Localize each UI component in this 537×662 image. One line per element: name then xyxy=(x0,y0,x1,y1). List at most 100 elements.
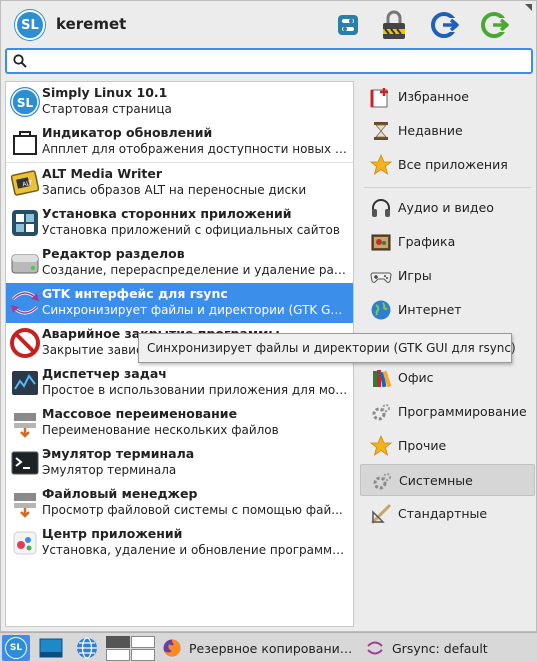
app-title: GTK интерфейс для rsync xyxy=(42,286,228,301)
resize-corner-icon[interactable] xyxy=(525,4,532,11)
start-logo-icon: SL xyxy=(5,637,27,659)
list-item[interactable]: SL Simply Linux 10.1 Стартовая страница xyxy=(6,82,353,122)
category-label: Офис xyxy=(398,370,434,385)
category-office[interactable]: Офис xyxy=(360,362,535,394)
list-item-selected[interactable]: GTK интерфейс для rsync Синхронизирует ф… xyxy=(6,283,353,323)
category-internet[interactable]: Интернет xyxy=(360,294,535,326)
file-manager-icon xyxy=(14,493,36,518)
category-label: Недавние xyxy=(398,123,463,138)
taskbar-window-grsync[interactable]: Grsync: default xyxy=(366,635,534,661)
app-title: Диспетчер задач xyxy=(42,366,167,381)
user-avatar: SL xyxy=(15,10,45,40)
grsync-icon xyxy=(11,291,39,315)
category-all-apps[interactable]: Все приложения xyxy=(360,149,535,181)
list-item[interactable]: Диспетчер задач Простое в использовании … xyxy=(6,363,353,403)
settings-toggle-button[interactable] xyxy=(331,8,365,42)
workspace-2[interactable] xyxy=(131,635,155,648)
application-menu: SL keremet SL Simply Linux 10.1 Стартова… xyxy=(0,0,537,632)
app-title: Редактор разделов xyxy=(42,246,185,261)
show-desktop-button[interactable] xyxy=(36,635,66,661)
category-label: Графика xyxy=(398,234,456,249)
start-menu-button[interactable]: SL xyxy=(2,635,30,661)
workspace-switcher[interactable] xyxy=(106,635,156,661)
category-favorites[interactable]: Избранное xyxy=(360,81,535,113)
desktop-icon xyxy=(39,638,63,658)
lock-screen-icon xyxy=(383,10,405,39)
app-title: Файловый менеджер xyxy=(42,486,198,501)
tooltip: Синхронизирует файлы и директории (GTK G… xyxy=(138,333,516,363)
app-title: ALT Media Writer xyxy=(42,166,163,181)
search-box[interactable] xyxy=(5,48,533,74)
app-center-icon xyxy=(13,531,37,555)
category-label: Системные xyxy=(399,473,473,488)
category-label: Программирование xyxy=(398,404,527,419)
app-description: Эмулятор терминала xyxy=(42,463,177,477)
category-programming[interactable]: Программирование xyxy=(360,396,535,428)
graphics-icon xyxy=(371,234,391,251)
app-title: Индикатор обновлений xyxy=(42,125,213,140)
svg-text:SL: SL xyxy=(17,96,34,110)
category-audio-video[interactable]: Аудио и видео xyxy=(360,192,535,224)
category-system-selected[interactable]: Системные xyxy=(360,464,535,496)
list-item[interactable]: Эмулятор терминала Эмулятор терминала xyxy=(6,443,353,483)
list-item[interactable]: ALT ALT Media Writer Запись образов ALT … xyxy=(6,163,353,203)
force-quit-icon xyxy=(10,328,40,358)
app-title: Установка сторонних приложений xyxy=(42,206,292,221)
firefox-icon xyxy=(163,639,181,657)
category-games[interactable]: Игры xyxy=(360,260,535,292)
app-description: Стартовая страница xyxy=(42,102,172,116)
app-description: Синхронизирует файлы и директории (GTK G… xyxy=(42,303,350,317)
list-item[interactable]: Файловый менеджер Просмотр файловой сист… xyxy=(6,483,353,523)
simply-linux-icon: SL xyxy=(10,87,40,117)
search-icon xyxy=(13,54,27,68)
search-input[interactable] xyxy=(31,52,526,70)
list-item[interactable]: Массовое переименование Переименование н… xyxy=(6,403,353,443)
category-graphics[interactable]: Графика xyxy=(360,226,535,258)
category-label: Стандартные xyxy=(398,506,488,521)
globe-icon xyxy=(77,637,97,659)
grsync-small-icon xyxy=(367,641,383,655)
taskbar-window-backup[interactable]: Резервное копирование ... xyxy=(162,635,360,661)
task-manager-icon xyxy=(12,371,38,395)
logout-icon xyxy=(431,12,459,38)
category-recent[interactable]: Недавние xyxy=(360,115,535,147)
games-icon xyxy=(370,272,392,283)
category-label: Аудио и видео xyxy=(398,200,494,215)
list-item[interactable]: Установка сторонних приложений Установка… xyxy=(6,203,353,243)
system-icon xyxy=(373,473,391,490)
app-description: Установка приложений с официальных сайто… xyxy=(42,223,340,237)
logout-button[interactable] xyxy=(429,8,463,42)
app-title: Simply Linux 10.1 xyxy=(42,85,168,100)
browser-launcher[interactable] xyxy=(72,635,102,661)
category-divider xyxy=(364,187,531,188)
category-accessories[interactable]: Стандартные xyxy=(360,498,535,530)
category-label: Все приложения xyxy=(398,157,508,172)
list-item[interactable]: Индикатор обновлений Апплет для отображе… xyxy=(6,122,353,162)
audio-video-icon xyxy=(372,199,390,217)
switch-user-icon xyxy=(481,12,509,38)
menu-header: SL keremet xyxy=(1,1,536,45)
list-item[interactable]: Центр приложений Установка, удаление и о… xyxy=(6,523,353,563)
app-description: Установка, удаление и обновление програм… xyxy=(42,543,350,557)
category-label: Интернет xyxy=(398,302,462,317)
lock-screen-button[interactable] xyxy=(377,8,411,42)
workspace-3[interactable] xyxy=(106,648,130,661)
category-other[interactable]: Прочие xyxy=(360,430,535,462)
taskbar-window-label: Grsync: default xyxy=(392,640,488,656)
bulk-rename-icon xyxy=(14,413,36,438)
app-title: Массовое переименование xyxy=(42,406,238,421)
taskbar: SL Резервное копирование ... Grsync: def… xyxy=(0,632,537,662)
app-description: Запись образов ALT на переносные диски xyxy=(42,183,307,197)
list-item[interactable]: Редактор разделов Создание, перераспреде… xyxy=(6,243,353,283)
app-description: Простое в использовании приложения для м… xyxy=(42,383,350,397)
workspace-1[interactable] xyxy=(106,635,130,648)
all-apps-icon xyxy=(370,154,392,175)
media-writer-icon: ALT xyxy=(10,170,40,196)
terminal-icon xyxy=(11,451,39,475)
workspace-4[interactable] xyxy=(131,648,155,661)
switch-user-button[interactable] xyxy=(479,8,513,42)
accessories-icon xyxy=(370,503,392,525)
third-party-apps-icon xyxy=(12,210,38,236)
category-label: Игры xyxy=(398,268,432,283)
favorites-icon xyxy=(370,88,388,108)
